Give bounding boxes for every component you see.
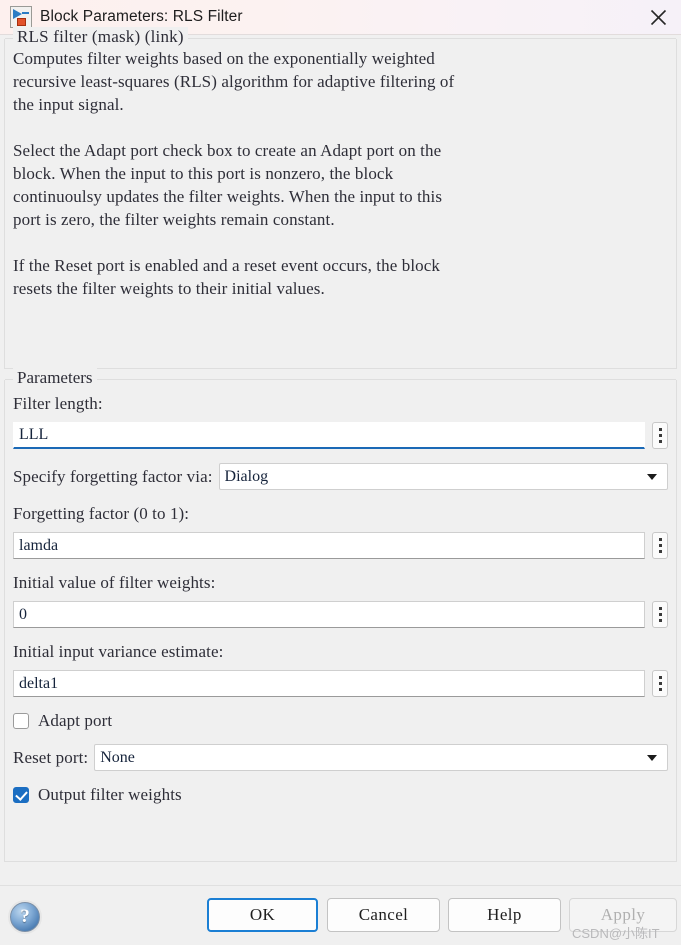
initial-variance-label: Initial input variance estimate:: [13, 642, 224, 661]
initial-weights-more-icon[interactable]: [652, 601, 668, 628]
filter-length-more-icon[interactable]: [652, 422, 668, 449]
dialog-body: RLS filter (mask) (link) Computes filter…: [0, 27, 681, 945]
description-paragraph: If the Reset port is enabled and a reset…: [13, 256, 440, 298]
help-button[interactable]: Help: [448, 898, 561, 932]
apply-button: Apply: [569, 898, 677, 932]
chevron-down-icon: [647, 473, 657, 480]
output-filter-weights-checkbox[interactable]: [13, 787, 29, 803]
reset-port-select[interactable]: None: [94, 744, 668, 771]
description-group-legend: RLS filter (mask) (link): [13, 27, 188, 47]
forgetting-factor-row: lamda: [13, 532, 668, 559]
filter-length-row: LLL: [13, 422, 668, 449]
adapt-port-row[interactable]: Adapt port: [13, 711, 668, 731]
adapt-port-label: Adapt port: [38, 711, 113, 730]
close-icon[interactable]: [635, 0, 681, 35]
adapt-port-checkbox[interactable]: [13, 713, 29, 729]
button-bar: ? OK Cancel Help Apply: [0, 885, 681, 945]
ok-button[interactable]: OK: [207, 898, 318, 932]
initial-weights-label: Initial value of filter weights:: [13, 573, 216, 592]
forgetting-factor-input[interactable]: lamda: [13, 532, 645, 559]
output-filter-weights-label: Output filter weights: [38, 785, 182, 804]
description-paragraph: Computes filter weights based on the exp…: [13, 49, 455, 114]
description-text: Computes filter weights based on the exp…: [5, 47, 676, 300]
initial-variance-row: delta1: [13, 670, 668, 697]
reset-port-label: Reset port:: [13, 747, 89, 767]
forgetting-factor-more-icon[interactable]: [652, 532, 668, 559]
initial-variance-input[interactable]: delta1: [13, 670, 645, 697]
chevron-down-icon: [647, 754, 657, 761]
description-group: RLS filter (mask) (link) Computes filter…: [4, 27, 677, 369]
specify-forgetting-factor-label: Specify forgetting factor via:: [13, 466, 213, 486]
output-filter-weights-row[interactable]: Output filter weights: [13, 785, 668, 805]
initial-variance-more-icon[interactable]: [652, 670, 668, 697]
description-paragraph: Select the Adapt port check box to creat…: [13, 141, 443, 229]
specify-forgetting-factor-value: Dialog: [224, 467, 269, 485]
reset-port-row: Reset port: None: [13, 744, 668, 771]
initial-weights-row: 0: [13, 601, 668, 628]
forgetting-factor-label: Forgetting factor (0 to 1):: [13, 504, 190, 523]
filter-length-label: Filter length:: [13, 394, 103, 413]
parameters-group: Parameters Filter length: LLL Specify fo…: [4, 368, 677, 862]
initial-weights-input[interactable]: 0: [13, 601, 645, 628]
cancel-button[interactable]: Cancel: [327, 898, 440, 932]
filter-length-input[interactable]: LLL: [13, 422, 645, 449]
window-title: Block Parameters: RLS Filter: [40, 8, 243, 25]
specify-forgetting-factor-select[interactable]: Dialog: [218, 463, 668, 490]
specify-forgetting-factor-row: Specify forgetting factor via: Dialog: [13, 463, 668, 490]
simulink-block-icon: [10, 6, 32, 28]
help-question-icon[interactable]: ?: [10, 902, 40, 932]
reset-port-value: None: [100, 748, 135, 766]
